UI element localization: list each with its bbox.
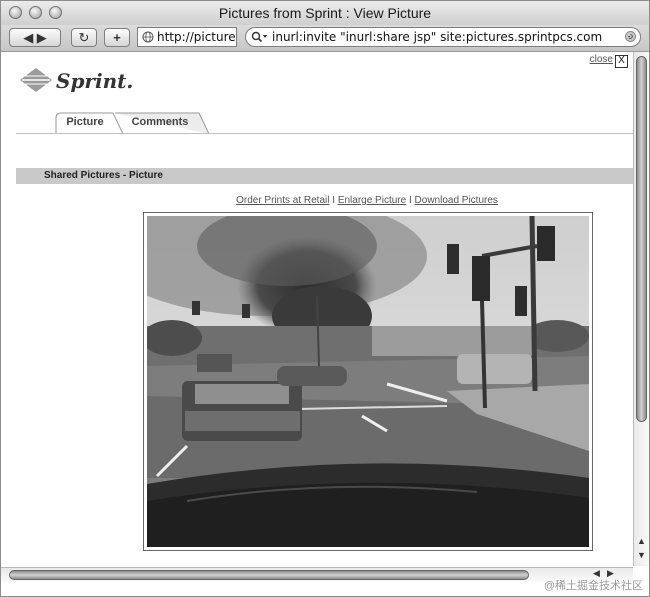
link-separator: I: [332, 195, 336, 206]
enlarge-picture-link[interactable]: Enlarge Picture: [338, 195, 406, 206]
clear-search-icon[interactable]: [625, 31, 636, 42]
link-separator: I: [408, 195, 412, 206]
street-photo-image: [147, 216, 589, 547]
section-header: Shared Pictures - Picture: [16, 168, 633, 184]
picture-links: Order Prints at Retail I Enlarge Picture…: [1, 195, 633, 206]
search-field[interactable]: inurl:invite "inurl:share jsp" site:pict…: [245, 27, 641, 47]
horizontal-scrollbar[interactable]: ◀ ▶: [1, 567, 633, 582]
vertical-scrollbar[interactable]: ▲ ▼: [633, 52, 649, 566]
window-title: Pictures from Sprint : View Picture: [218, 5, 432, 21]
download-pictures-link[interactable]: Download Pictures: [415, 195, 498, 206]
scroll-up-arrow[interactable]: ▲: [637, 536, 646, 546]
browser-toolbar: ◀ ▶ ↻ + http://picture inurl:invite "inu…: [1, 25, 649, 52]
horizontal-scroll-thumb[interactable]: [9, 570, 529, 580]
tab-comments[interactable]: Comments: [121, 111, 199, 133]
reload-button[interactable]: ↻: [71, 28, 97, 47]
add-bookmark-button[interactable]: +: [104, 28, 130, 47]
title-bar: Pictures from Sprint : View Picture: [1, 1, 649, 26]
search-icon: [251, 31, 267, 43]
watermark-text: @稀土掘金技术社区: [543, 580, 643, 592]
tab-picture[interactable]: Picture: [57, 111, 113, 133]
scroll-down-arrow[interactable]: ▼: [637, 550, 646, 560]
globe-icon: [142, 31, 154, 43]
browser-window: Pictures from Sprint : View Picture ◀ ▶ …: [0, 0, 650, 597]
search-query-text: inurl:invite "inurl:share jsp" site:pict…: [272, 30, 603, 44]
url-field[interactable]: http://picture: [137, 27, 237, 47]
vertical-scroll-thumb[interactable]: [636, 56, 647, 422]
url-text: http://picture: [157, 30, 236, 44]
page-content: close X Sprint. Picture Comments Shared …: [1, 52, 633, 567]
order-prints-link[interactable]: Order Prints at Retail: [236, 195, 329, 206]
shared-picture: [143, 212, 593, 551]
tab-divider: [16, 133, 633, 134]
back-forward-buttons[interactable]: ◀ ▶: [9, 28, 61, 47]
